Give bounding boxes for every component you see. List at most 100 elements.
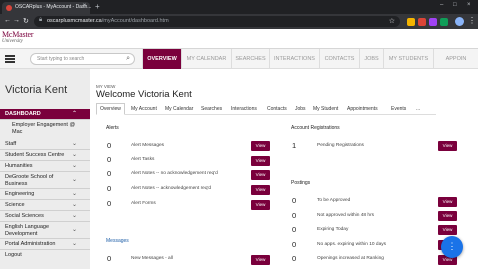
subtab-contacts[interactable]: Contacts [267, 106, 287, 112]
alerts-heading: Alerts [106, 125, 119, 131]
extension-icon[interactable] [429, 18, 437, 26]
posting-label: To be Approved [317, 198, 351, 203]
browser-menu-icon[interactable]: ⋮ [468, 16, 476, 25]
chevron-down-icon: ⌄ [72, 202, 78, 208]
alert-label: Alert Forms [131, 201, 156, 206]
subtab-more[interactable]: ... [416, 106, 420, 112]
user-name: Victoria Kent [5, 84, 68, 96]
tab-searches[interactable]: SEARCHES [231, 49, 269, 69]
maximize-icon[interactable]: □ [453, 2, 457, 8]
postings-heading: Postings [291, 180, 311, 186]
sidebar-item-humanities[interactable]: Humanities ⌄ [0, 161, 90, 172]
sidebar-subitem-employer-engagement[interactable]: Employer Engagement @ [12, 122, 75, 128]
url-text: oscarplusmcmaster.ca/myAccount/dashboard… [47, 18, 169, 24]
lock-icon: 🔒︎ [39, 17, 43, 23]
view-button[interactable]: View [251, 255, 270, 265]
back-icon[interactable]: ← [4, 17, 11, 24]
address-bar[interactable]: 🔒︎ oscarplusmcmaster.ca/myAccount/dashbo… [34, 16, 400, 27]
alert-label: Alert Tasks [131, 157, 155, 162]
tab-jobs[interactable]: JOBS [359, 49, 383, 69]
sidebar-item-dashboard[interactable]: DASHBOARD ⌃ [0, 109, 90, 120]
view-button[interactable]: View [251, 185, 270, 195]
sidebar-item-logout[interactable]: Logout [0, 250, 90, 261]
forward-icon[interactable]: → [13, 17, 20, 24]
tab-contacts[interactable]: CONTACTS [319, 49, 359, 69]
registration-label: Pending Registrations [317, 143, 364, 148]
favicon-icon [6, 5, 12, 11]
sidebar-item-portal-administration[interactable]: Portal Administration ⌄ [0, 239, 90, 250]
view-button[interactable]: View [438, 225, 457, 235]
tab-my-calendar[interactable]: MY CALENDAR [181, 49, 231, 69]
view-button[interactable]: View [251, 141, 270, 151]
alert-count: 0 [107, 155, 112, 164]
subtab-jobs[interactable]: Jobs [295, 106, 306, 112]
extension-icon[interactable] [418, 18, 426, 26]
posting-count: 0 [292, 254, 297, 263]
sidebar-item-social-sciences[interactable]: Social Sciences ⌄ [0, 211, 90, 222]
subtab-searches[interactable]: Searches [201, 106, 222, 112]
messages-heading: Messages [106, 238, 129, 244]
subtab-appointments[interactable]: Appointments [347, 106, 378, 112]
new-tab-button[interactable]: + [95, 2, 100, 11]
extension-icon[interactable] [440, 18, 448, 26]
search-input[interactable]: Start typing to search ⌕ [30, 53, 135, 65]
site-header: McMaster University [0, 29, 478, 49]
chevron-down-icon: ⌄ [72, 191, 78, 197]
alert-count: 0 [107, 184, 112, 193]
tab-close-icon[interactable]: × [82, 3, 86, 9]
minimize-icon[interactable]: – [440, 2, 443, 8]
sidebar-subitem-employer-engagement-2: Mac [12, 129, 23, 135]
account-registrations-heading: Account Registrations [291, 125, 340, 131]
subtab-my-account[interactable]: My Account [131, 106, 157, 112]
view-button[interactable]: View [438, 197, 457, 207]
alert-count: 0 [107, 141, 112, 150]
tab-my-students[interactable]: MY STUDENTS [383, 49, 433, 69]
menu-toggle-icon[interactable] [0, 49, 20, 69]
search-icon[interactable]: ⌕ [126, 55, 130, 63]
tab-interactions[interactable]: INTERACTIONS [269, 49, 319, 69]
sidebar-item-student-success-centre[interactable]: Student Success Centre ⌄ [0, 150, 90, 161]
tab-appointments[interactable]: APPOIN [433, 49, 478, 69]
mcmaster-logo[interactable]: McMaster University [2, 30, 38, 48]
floating-action-button[interactable]: ⋮ [441, 236, 463, 258]
bookmark-star-icon[interactable]: ☆ [389, 17, 395, 25]
subtab-events[interactable]: Events [391, 106, 406, 112]
subtab-my-student[interactable]: My Student [313, 106, 338, 112]
subtab-my-calendar[interactable]: My Calendar [165, 106, 193, 112]
sidebar-item-english-language[interactable]: English Language Development ⌄ [0, 222, 90, 239]
browser-tab-bar: OSCARplus - MyAccount - Dash... × + – □ … [0, 0, 478, 14]
view-button[interactable]: View [251, 156, 270, 166]
alert-label: Alert Messages [131, 143, 165, 148]
posting-count: 0 [292, 225, 297, 234]
posting-count: 0 [292, 240, 297, 249]
close-window-icon[interactable]: × [467, 2, 471, 8]
browser-tab[interactable]: OSCARplus - MyAccount - Dash... × [2, 2, 91, 14]
posting-label: Not approved within 48 hrs [317, 213, 375, 218]
chevron-down-icon: ⌄ [72, 177, 78, 183]
chevron-down-icon: ⌄ [72, 152, 78, 158]
posting-count: 0 [292, 211, 297, 220]
profile-avatar[interactable] [455, 17, 464, 26]
chevron-down-icon: ⌄ [72, 227, 78, 233]
view-button[interactable]: View [438, 141, 457, 151]
chevron-up-icon: ⌃ [72, 111, 78, 117]
registration-count: 1 [292, 141, 297, 150]
view-button[interactable]: View [251, 170, 270, 180]
more-vert-icon: ⋮ [447, 241, 457, 251]
alert-label: Alert Notes -- acknowledgement req'd [131, 186, 212, 191]
extension-icon[interactable] [407, 18, 415, 26]
chevron-down-icon: ⌄ [72, 163, 78, 169]
posting-count: 0 [292, 196, 297, 205]
subtab-overview[interactable]: Overview [100, 106, 121, 112]
view-button[interactable]: View [251, 200, 270, 210]
view-button[interactable]: View [438, 211, 457, 221]
subtab-interactions[interactable]: Interactions [231, 106, 257, 112]
sidebar-item-engineering[interactable]: Engineering ⌄ [0, 189, 90, 200]
tab-overview[interactable]: OVERVIEW [142, 49, 181, 69]
sidebar-item-staff[interactable]: Staff ⌄ [0, 139, 90, 150]
sidebar-item-degroote[interactable]: DeGroote School of Business ⌄ [0, 172, 90, 189]
message-count: 0 [107, 254, 112, 263]
alert-count: 0 [107, 169, 112, 178]
sidebar-item-science[interactable]: Science ⌄ [0, 200, 90, 211]
reload-icon[interactable]: ↻ [23, 17, 29, 25]
